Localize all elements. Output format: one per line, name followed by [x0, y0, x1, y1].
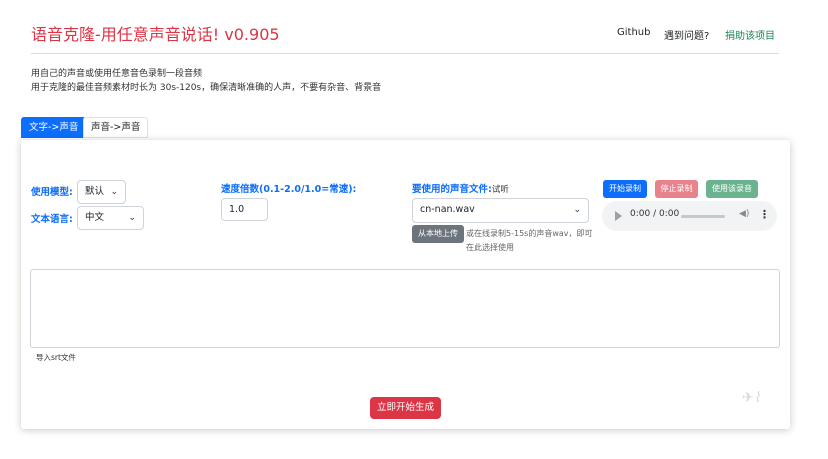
- voice-file-value: cn-nan.wav: [420, 204, 475, 215]
- tab-text-to-voice[interactable]: 文字->声音: [21, 117, 87, 138]
- import-srt-link[interactable]: 导入srt文件: [36, 352, 76, 363]
- voice-label: 要使用的声音文件:试听: [412, 181, 509, 195]
- model-select-value: 默认: [85, 186, 105, 197]
- tab-voice-to-voice[interactable]: 声音->声音: [83, 117, 149, 138]
- record-stop-button[interactable]: 停止录制: [655, 180, 698, 198]
- audio-player[interactable]: 0:00 / 0:00 ◀) ⋮: [602, 201, 777, 231]
- nav-github-link[interactable]: Github: [617, 27, 650, 38]
- speed-label: 速度倍数(0.1-2.0/1.0=常速):: [221, 184, 357, 195]
- watermark-logo: ✈⌇: [742, 390, 761, 406]
- lang-select[interactable]: 中文 ⌄: [77, 206, 144, 230]
- nav-donate-link[interactable]: 捐助该项目: [725, 27, 775, 42]
- chevron-down-icon: ⌄: [110, 187, 118, 197]
- audio-time: 0:00 / 0:00: [630, 209, 680, 219]
- model-label: 使用模型:: [31, 187, 73, 198]
- page-title: 语音克隆-用任意声音说话! v0.905: [31, 25, 280, 44]
- chevron-down-icon: ⌄: [128, 213, 136, 223]
- lang-label: 文本语言:: [31, 214, 73, 225]
- audio-progress-track[interactable]: [681, 215, 725, 218]
- upload-hint: 或在线录制5-15s的声音wav，即可在此选择使用: [466, 229, 593, 252]
- generate-button[interactable]: 立即开始生成: [370, 397, 441, 419]
- upload-button[interactable]: 从本地上传: [412, 225, 464, 243]
- more-options-icon[interactable]: ⋮: [759, 208, 770, 221]
- voice-file-select[interactable]: cn-nan.wav ⌄: [412, 198, 589, 223]
- header-divider: [31, 53, 779, 54]
- voice-label-text: 要使用的声音文件:: [412, 184, 492, 195]
- model-select[interactable]: 默认 ⌄: [77, 180, 126, 204]
- intro-line-2: 用于克隆的最佳音频素材时长为 30s-120s，确保清晰准确的人声，不要有杂音、…: [31, 83, 382, 93]
- nav-problem-link[interactable]: 遇到问题?: [664, 27, 709, 42]
- lang-select-value: 中文: [85, 212, 105, 223]
- speed-input[interactable]: 1.0: [221, 198, 268, 221]
- volume-icon[interactable]: ◀): [739, 209, 749, 219]
- play-icon[interactable]: [615, 211, 622, 221]
- record-start-button[interactable]: 开始录制: [603, 180, 647, 198]
- text-input-area[interactable]: [30, 269, 780, 348]
- voice-preview-label: 试听: [491, 185, 509, 195]
- use-recording-button[interactable]: 使用该录音: [706, 180, 758, 198]
- intro-line-1: 用自己的声音或使用任意音色录制一段音频: [31, 69, 203, 79]
- chevron-down-icon: ⌄: [573, 205, 581, 215]
